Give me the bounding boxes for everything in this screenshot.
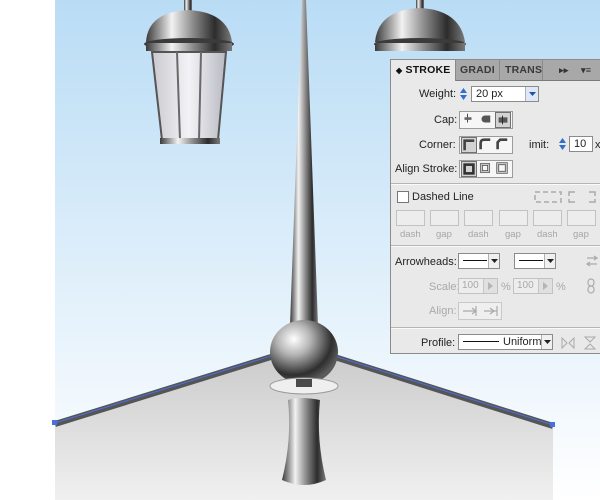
line-preview xyxy=(519,260,543,261)
limit-input[interactable]: 10 xyxy=(569,136,593,152)
divider xyxy=(391,245,600,247)
gap-field-2[interactable] xyxy=(499,210,528,226)
align-arrows-label: Align: xyxy=(429,305,457,317)
tab-transparency[interactable]: TRANS xyxy=(501,60,543,80)
gap-field-3[interactable] xyxy=(567,210,596,226)
butt-cap-icon xyxy=(464,113,472,123)
dash-caption: dash xyxy=(537,229,558,240)
line-preview xyxy=(463,260,487,261)
scale-unit: % xyxy=(556,281,566,293)
align-stroke-outside-icon xyxy=(496,162,508,174)
scale-label: Scale: xyxy=(429,281,460,293)
anchor-point[interactable] xyxy=(550,422,555,427)
chevron-right-icon xyxy=(538,279,552,293)
cap-button-group xyxy=(459,111,513,129)
tab-stroke[interactable]: ◆ STROKE xyxy=(391,60,456,81)
divider xyxy=(391,327,600,329)
profile-dropdown[interactable]: Uniform xyxy=(458,334,553,350)
align-stroke-button-group xyxy=(459,160,513,178)
round-join-icon xyxy=(479,138,491,150)
round-join-button[interactable] xyxy=(478,137,494,153)
dash-caption: dash xyxy=(400,229,421,240)
weight-dropdown[interactable]: 20 px xyxy=(471,86,539,102)
chevron-right-icon xyxy=(483,279,497,293)
collapse-panel-icon[interactable]: ▸▸ xyxy=(559,60,575,80)
end-scale-input[interactable]: 100 xyxy=(513,278,553,294)
chevron-down-icon xyxy=(541,335,552,349)
align-stroke-inside-icon xyxy=(479,162,491,174)
chevron-down-icon xyxy=(488,254,499,268)
projecting-cap-icon xyxy=(498,115,508,125)
preserve-dash-icon[interactable] xyxy=(533,189,563,205)
extend-arrow-button[interactable] xyxy=(461,303,480,319)
anchor-point[interactable] xyxy=(52,420,57,425)
dash-field-2[interactable] xyxy=(464,210,493,226)
stroke-panel: ◆ STROKE GRADI TRANS ▸▸ ▾≡ Weight: 20 px… xyxy=(390,59,600,354)
dashed-line-label: Dashed Line xyxy=(412,191,474,203)
weight-label: Weight: xyxy=(419,88,457,100)
panel-menu-icon[interactable]: ▾≡ xyxy=(581,60,599,80)
tab-gradient[interactable]: GRADI xyxy=(456,60,500,80)
profile-preview xyxy=(463,341,499,342)
flip-across-icon[interactable] xyxy=(583,336,597,350)
bevel-join-icon xyxy=(496,138,508,150)
flip-along-icon[interactable] xyxy=(561,336,575,350)
place-arrow-button[interactable] xyxy=(482,303,501,319)
profile-label: Profile: xyxy=(421,337,456,349)
double-arrow-icon: ◆ xyxy=(396,66,403,75)
start-scale-input[interactable]: 100 xyxy=(458,278,498,294)
gap-field-1[interactable] xyxy=(430,210,459,226)
start-arrowhead-dropdown[interactable] xyxy=(458,253,500,269)
end-arrowhead-dropdown[interactable] xyxy=(514,253,556,269)
link-scale-icon[interactable] xyxy=(585,278,597,294)
chevron-down-icon xyxy=(544,254,555,268)
cap-label: Cap: xyxy=(434,114,458,126)
gap-caption: gap xyxy=(436,229,452,240)
gap-caption: gap xyxy=(573,229,589,240)
dash-caption: dash xyxy=(468,229,489,240)
dash-field-1[interactable] xyxy=(396,210,425,226)
round-cap-button[interactable] xyxy=(478,112,494,128)
miter-join-button[interactable] xyxy=(461,137,477,153)
weight-stepper[interactable] xyxy=(458,86,469,102)
align-dash-icon[interactable] xyxy=(567,189,597,205)
align-stroke-label: Align Stroke: xyxy=(395,163,458,175)
butt-cap-button[interactable] xyxy=(461,112,477,128)
align-inside-button[interactable] xyxy=(478,161,494,177)
arrow-align-button-group xyxy=(458,302,502,320)
scale-unit: % xyxy=(501,281,511,293)
gap-caption: gap xyxy=(505,229,521,240)
projecting-cap-button[interactable] xyxy=(495,112,511,128)
align-stroke-center-icon xyxy=(463,163,475,175)
corner-button-group xyxy=(459,136,513,154)
divider xyxy=(391,183,600,185)
dashed-line-checkbox[interactable] xyxy=(397,191,409,203)
corner-label: Corner: xyxy=(419,139,456,151)
arrow-place-icon xyxy=(484,306,498,316)
align-outside-button[interactable] xyxy=(495,161,511,177)
round-cap-icon xyxy=(481,115,491,123)
arrowheads-label: Arrowheads: xyxy=(395,256,457,268)
arrow-extend-icon xyxy=(463,306,477,316)
miter-join-icon xyxy=(463,139,475,151)
panel-tab-bar: ◆ STROKE GRADI TRANS ▸▸ ▾≡ xyxy=(391,60,600,81)
align-center-button[interactable] xyxy=(461,161,477,177)
bevel-join-button[interactable] xyxy=(495,137,511,153)
limit-unit: x xyxy=(595,139,600,151)
swap-arrowheads-icon[interactable] xyxy=(585,254,599,268)
limit-stepper[interactable] xyxy=(557,136,568,152)
dash-field-3[interactable] xyxy=(533,210,562,226)
limit-label: imit: xyxy=(529,139,550,151)
chevron-down-icon xyxy=(525,87,538,101)
